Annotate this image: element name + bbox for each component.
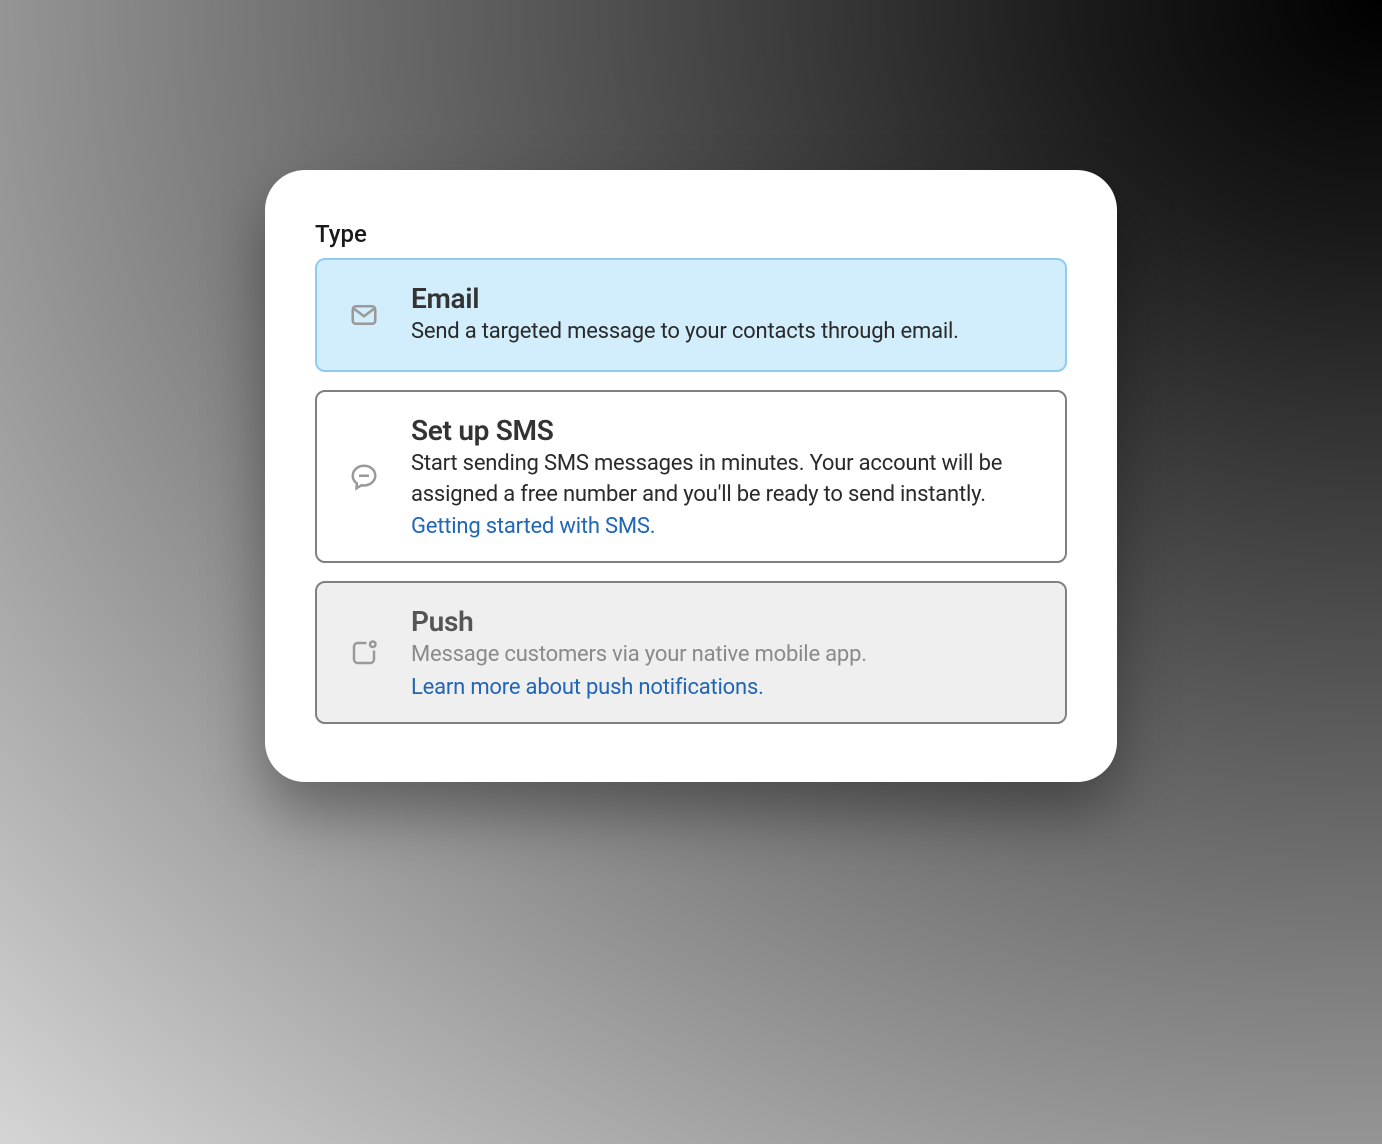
option-description: Send a targeted message to your contacts… [411,317,1035,348]
option-description: Message customers via your native mobile… [411,640,1035,671]
option-content: Set up SMS Start sending SMS messages in… [411,414,1035,540]
email-icon [347,300,381,330]
push-icon [347,638,381,668]
option-description: Start sending SMS messages in minutes. Y… [411,449,1035,511]
push-learn-more-link[interactable]: Learn more about push notifications. [411,675,764,700]
option-content: Email Send a targeted message to your co… [411,282,1035,348]
option-title: Set up SMS [411,414,1035,447]
sms-icon [347,462,381,492]
option-content: Push Message customers via your native m… [411,605,1035,700]
option-title: Push [411,605,1035,638]
section-label: Type [315,220,1067,248]
option-title: Email [411,282,1035,315]
type-selector-card: Type Email Send a targeted message to yo… [265,170,1117,782]
sms-getting-started-link[interactable]: Getting started with SMS. [411,514,655,539]
option-email[interactable]: Email Send a targeted message to your co… [315,258,1067,372]
option-sms[interactable]: Set up SMS Start sending SMS messages in… [315,390,1067,564]
option-push[interactable]: Push Message customers via your native m… [315,581,1067,724]
